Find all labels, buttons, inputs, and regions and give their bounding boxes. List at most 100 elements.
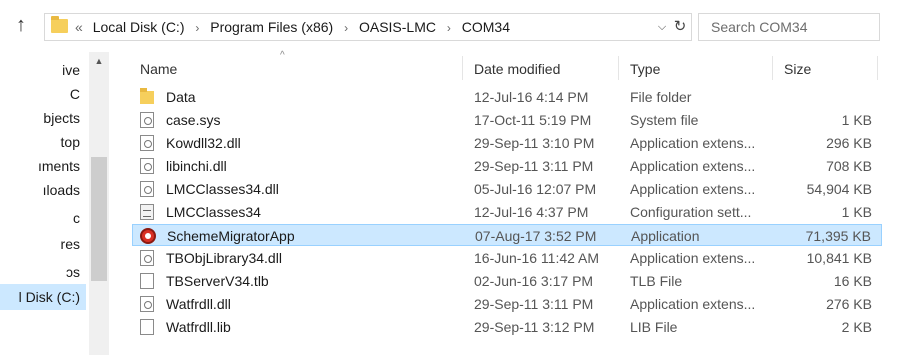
file-size: 276 KB [826, 296, 872, 312]
file-name: Watfrdll.dll [166, 296, 231, 312]
breadcrumb-local-disk[interactable]: Local Disk (C:) [93, 19, 185, 35]
chevron-right-icon[interactable]: › [344, 21, 348, 35]
nav-scrollbar[interactable]: ▲ [89, 52, 109, 355]
nav-item[interactable]: ıments [0, 154, 86, 178]
refresh-icon[interactable]: ↻ [671, 14, 689, 40]
file-type: Application extens... [630, 158, 756, 174]
sort-ascending-icon: ^ [280, 50, 285, 61]
file-date: 12-Jul-16 4:37 PM [474, 204, 589, 220]
column-header-size[interactable]: Size [784, 52, 811, 82]
file-size: 54,904 KB [806, 181, 872, 197]
breadcrumb-overflow[interactable]: « [75, 19, 83, 35]
nav-item-label: C [69, 86, 80, 102]
nav-item-label: ive [62, 62, 80, 78]
nav-item[interactable]: res [0, 232, 86, 256]
file-type: Configuration sett... [630, 204, 752, 220]
blank-file-icon [140, 273, 154, 289]
blank-file-icon [140, 319, 154, 335]
file-name: SchemeMigratorApp [167, 228, 295, 244]
nav-item[interactable]: ɔs [0, 260, 86, 284]
up-arrow-icon[interactable]: ↑ [8, 12, 34, 38]
system-file-icon [140, 112, 154, 128]
nav-item-label: res [60, 236, 80, 252]
address-bar[interactable]: « Local Disk (C:) › Program Files (x86) … [44, 13, 692, 41]
column-divider[interactable] [462, 56, 463, 80]
column-header-name[interactable]: Name [140, 52, 177, 82]
file-name: case.sys [166, 112, 221, 128]
file-size: 296 KB [826, 135, 872, 151]
file-row[interactable]: Kowdll32.dll 29-Sep-11 3:10 PM Applicati… [132, 132, 882, 154]
file-type: Application extens... [630, 250, 756, 266]
address-toolbar: ↑ « Local Disk (C:) › Program Files (x86… [0, 0, 904, 52]
file-size: 1 KB [841, 204, 872, 220]
nav-item[interactable]: ıloads [0, 178, 86, 202]
file-name: TBServerV34.tlb [166, 273, 269, 289]
column-header-type[interactable]: Type [630, 52, 660, 82]
search-input[interactable] [709, 14, 873, 40]
file-date: 29-Sep-11 3:10 PM [474, 135, 595, 151]
chevron-right-icon[interactable]: › [195, 21, 199, 35]
scroll-up-arrow-icon[interactable]: ▲ [89, 52, 109, 70]
file-row[interactable]: TBServerV34.tlb 02-Jun-16 3:17 PM TLB Fi… [132, 270, 882, 292]
breadcrumb: « Local Disk (C:) › Program Files (x86) … [75, 14, 510, 40]
nav-item[interactable]: C [0, 82, 86, 106]
file-row[interactable]: libinchi.dll 29-Sep-11 3:11 PM Applicati… [132, 155, 882, 177]
nav-item[interactable]: ive [0, 58, 86, 82]
column-header-date[interactable]: Date modified [474, 52, 560, 82]
search-box[interactable] [698, 13, 880, 41]
file-row[interactable]: LMCClasses34 12-Jul-16 4:37 PM Configura… [132, 201, 882, 223]
file-size: 708 KB [826, 158, 872, 174]
nav-item[interactable]: top [0, 130, 86, 154]
file-row[interactable]: case.sys 17-Oct-11 5:19 PM System file 1… [132, 109, 882, 131]
nav-item[interactable]: c [0, 206, 86, 230]
dll-file-icon [140, 158, 154, 174]
file-row[interactable]: Watfrdll.dll 29-Sep-11 3:11 PM Applicati… [132, 293, 882, 315]
file-row[interactable]: Watfrdll.lib 29-Sep-11 3:12 PM LIB File … [132, 316, 882, 338]
file-row-selected[interactable]: SchemeMigratorApp 07-Aug-17 3:52 PM Appl… [132, 224, 882, 246]
breadcrumb-program-files[interactable]: Program Files (x86) [210, 19, 333, 35]
file-row[interactable]: LMCClasses34.dll 05-Jul-16 12:07 PM Appl… [132, 178, 882, 200]
breadcrumb-com34[interactable]: COM34 [462, 19, 510, 35]
file-type: System file [630, 112, 699, 128]
file-name: LMCClasses34.dll [166, 181, 279, 197]
file-size: 71,395 KB [805, 228, 871, 244]
dll-file-icon [140, 296, 154, 312]
chevron-down-icon[interactable]: ⌵ [655, 14, 669, 40]
file-size: 1 KB [841, 112, 872, 128]
nav-item-label: ɔs [66, 264, 80, 280]
config-file-icon [140, 204, 154, 220]
nav-item-label: ıloads [42, 182, 80, 198]
scrollbar-thumb[interactable] [91, 157, 107, 281]
file-name: Watfrdll.lib [166, 319, 231, 335]
file-date: 05-Jul-16 12:07 PM [474, 181, 597, 197]
folder-icon [51, 16, 68, 33]
file-date: 07-Aug-17 3:52 PM [475, 228, 597, 244]
file-date: 29-Sep-11 3:11 PM [474, 296, 594, 312]
file-type: TLB File [630, 273, 683, 289]
file-date: 29-Sep-11 3:11 PM [474, 158, 594, 174]
file-date: 29-Sep-11 3:12 PM [474, 319, 595, 335]
file-type: Application [631, 228, 700, 244]
column-divider[interactable] [618, 56, 619, 80]
file-row-data[interactable]: Data 12-Jul-16 4:14 PM File folder [132, 86, 882, 108]
nav-item-local-disk[interactable]: l Disk (C:) [0, 284, 86, 310]
file-size: 10,841 KB [806, 250, 872, 266]
chevron-right-icon[interactable]: › [447, 21, 451, 35]
column-divider[interactable] [772, 56, 773, 80]
dll-file-icon [140, 250, 154, 266]
dll-file-icon [140, 135, 154, 151]
file-size: 16 KB [833, 273, 872, 289]
file-row[interactable]: TBObjLibrary34.dll 16-Jun-16 11:42 AM Ap… [132, 247, 882, 269]
nav-item-label: top [60, 134, 80, 150]
column-header-row: ^ Name Date modified Type Size [110, 50, 904, 82]
breadcrumb-oasis-lmc[interactable]: OASIS-LMC [359, 19, 436, 35]
file-type: Application extens... [630, 296, 756, 312]
nav-item-label: l Disk (C:) [18, 289, 80, 305]
nav-item-label: ıments [37, 158, 80, 174]
nav-item[interactable]: bjects [0, 106, 86, 130]
dll-file-icon [140, 181, 154, 197]
file-size: 2 KB [841, 319, 872, 335]
column-divider[interactable] [877, 56, 878, 80]
file-name: libinchi.dll [166, 158, 227, 174]
file-name: LMCClasses34 [166, 204, 261, 220]
